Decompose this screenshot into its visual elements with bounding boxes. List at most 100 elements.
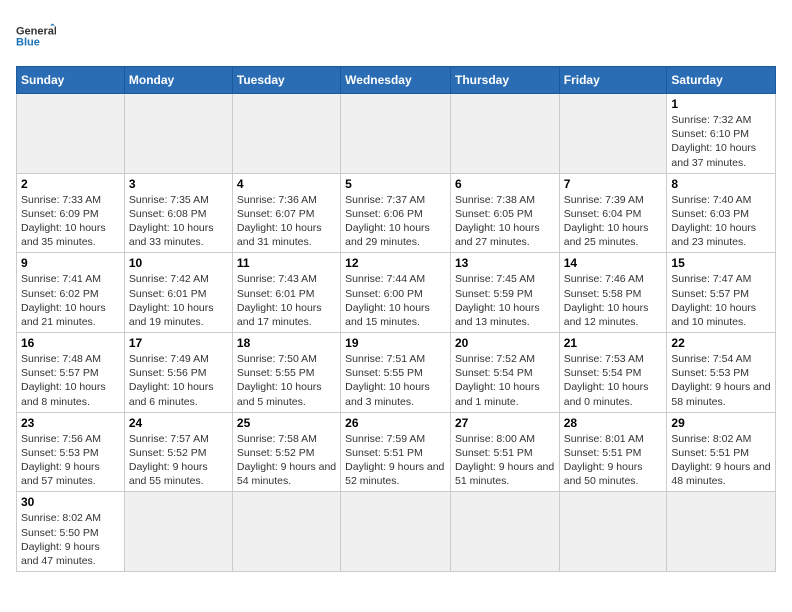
calendar-cell: 8 Sunrise: 7:40 AM Sunset: 6:03 PM Daylig… [667,173,776,253]
calendar-cell [232,492,340,572]
day-number: 20 [455,336,555,350]
day-info: Sunrise: 7:54 AM Sunset: 5:53 PM Dayligh… [671,352,771,409]
week-row-3: 9 Sunrise: 7:41 AM Sunset: 6:02 PM Daylig… [17,253,776,333]
day-info: Sunrise: 7:45 AM Sunset: 5:59 PM Dayligh… [455,272,555,329]
calendar-cell: 11Sunrise: 7:43 AM Sunset: 6:01 PM Dayli… [232,253,340,333]
day-number: 14 [564,256,663,270]
day-info: Sunrise: 7:53 AM Sunset: 5:54 PM Dayligh… [564,352,663,409]
day-number: 24 [129,416,228,430]
calendar-cell: 14 Sunrise: 7:46 AM Sunset: 5:58 PM Dayli… [559,253,667,333]
day-number: 18 [237,336,336,350]
day-info: Sunrise: 7:48 AM Sunset: 5:57 PM Dayligh… [21,352,120,409]
calendar-cell: 18Sunrise: 7:50 AM Sunset: 5:55 PM Dayli… [232,333,340,413]
calendar-cell [17,94,125,174]
day-info: Sunrise: 7:35 AM Sunset: 6:08 PM Dayligh… [129,193,228,250]
calendar-cell: 15 Sunrise: 7:47 AM Sunset: 5:57 PM Dayli… [667,253,776,333]
calendar-cell [667,492,776,572]
day-info: Sunrise: 8:01 AM Sunset: 5:51 PM Dayligh… [564,432,663,489]
day-number: 25 [237,416,336,430]
day-info: Sunrise: 7:42 AM Sunset: 6:01 PM Dayligh… [129,272,228,329]
day-info: Sunrise: 7:59 AM Sunset: 5:51 PM Dayligh… [345,432,446,489]
day-info: Sunrise: 7:44 AM Sunset: 6:00 PM Dayligh… [345,272,446,329]
calendar-cell: 27Sunrise: 8:00 AM Sunset: 5:51 PM Dayli… [450,412,559,492]
logo: General Blue [16,16,56,56]
weekday-header-tuesday: Tuesday [232,67,340,94]
calendar-cell: 28 Sunrise: 8:01 AM Sunset: 5:51 PM Dayli… [559,412,667,492]
calendar-cell: 24Sunrise: 7:57 AM Sunset: 5:52 PM Dayli… [124,412,232,492]
day-info: Sunrise: 7:40 AM Sunset: 6:03 PM Dayligh… [671,193,771,250]
day-number: 15 [671,256,771,270]
day-info: Sunrise: 7:38 AM Sunset: 6:05 PM Dayligh… [455,193,555,250]
day-number: 8 [671,177,771,191]
day-info: Sunrise: 7:56 AM Sunset: 5:53 PM Dayligh… [21,432,120,489]
weekday-header-monday: Monday [124,67,232,94]
calendar-cell [559,94,667,174]
day-number: 13 [455,256,555,270]
week-row-6: 30Sunrise: 8:02 AM Sunset: 5:50 PM Dayli… [17,492,776,572]
day-number: 23 [21,416,120,430]
day-info: Sunrise: 7:33 AM Sunset: 6:09 PM Dayligh… [21,193,120,250]
calendar-cell: 5Sunrise: 7:37 AM Sunset: 6:06 PM Daylig… [341,173,451,253]
day-number: 7 [564,177,663,191]
day-info: Sunrise: 7:52 AM Sunset: 5:54 PM Dayligh… [455,352,555,409]
week-row-4: 16 Sunrise: 7:48 AM Sunset: 5:57 PM Dayli… [17,333,776,413]
day-info: Sunrise: 7:43 AM Sunset: 6:01 PM Dayligh… [237,272,336,329]
day-number: 29 [671,416,771,430]
day-number: 9 [21,256,120,270]
day-info: Sunrise: 7:46 AM Sunset: 5:58 PM Dayligh… [564,272,663,329]
calendar-cell: 30Sunrise: 8:02 AM Sunset: 5:50 PM Dayli… [17,492,125,572]
calendar-cell: 6 Sunrise: 7:38 AM Sunset: 6:05 PM Daylig… [450,173,559,253]
weekday-header-thursday: Thursday [450,67,559,94]
weekday-header-wednesday: Wednesday [341,67,451,94]
day-number: 22 [671,336,771,350]
day-number: 19 [345,336,446,350]
calendar-cell [124,94,232,174]
day-info: Sunrise: 7:51 AM Sunset: 5:55 PM Dayligh… [345,352,446,409]
calendar-cell [341,94,451,174]
day-number: 26 [345,416,446,430]
calendar-table: SundayMondayTuesdayWednesdayThursdayFrid… [16,66,776,572]
day-info: Sunrise: 7:58 AM Sunset: 5:52 PM Dayligh… [237,432,336,489]
calendar-cell: 3 Sunrise: 7:35 AM Sunset: 6:08 PM Daylig… [124,173,232,253]
weekday-header-saturday: Saturday [667,67,776,94]
week-row-1: 1 Sunrise: 7:32 AM Sunset: 6:10 PM Daylig… [17,94,776,174]
day-info: Sunrise: 7:39 AM Sunset: 6:04 PM Dayligh… [564,193,663,250]
calendar-cell: 19 Sunrise: 7:51 AM Sunset: 5:55 PM Dayli… [341,333,451,413]
day-info: Sunrise: 8:02 AM Sunset: 5:50 PM Dayligh… [21,511,120,568]
day-info: Sunrise: 7:41 AM Sunset: 6:02 PM Dayligh… [21,272,120,329]
day-info: Sunrise: 7:36 AM Sunset: 6:07 PM Dayligh… [237,193,336,250]
day-number: 21 [564,336,663,350]
day-info: Sunrise: 7:49 AM Sunset: 5:56 PM Dayligh… [129,352,228,409]
calendar-cell [559,492,667,572]
calendar-cell [232,94,340,174]
calendar-cell: 20 Sunrise: 7:52 AM Sunset: 5:54 PM Dayli… [450,333,559,413]
day-number: 2 [21,177,120,191]
calendar-cell: 26 Sunrise: 7:59 AM Sunset: 5:51 PM Dayli… [341,412,451,492]
calendar-cell: 23 Sunrise: 7:56 AM Sunset: 5:53 PM Dayli… [17,412,125,492]
day-number: 6 [455,177,555,191]
calendar-cell: 17Sunrise: 7:49 AM Sunset: 5:56 PM Dayli… [124,333,232,413]
week-row-5: 23 Sunrise: 7:56 AM Sunset: 5:53 PM Dayli… [17,412,776,492]
day-number: 3 [129,177,228,191]
day-number: 28 [564,416,663,430]
day-number: 10 [129,256,228,270]
day-number: 1 [671,97,771,111]
calendar-cell [450,94,559,174]
calendar-cell: 29Sunrise: 8:02 AM Sunset: 5:51 PM Dayli… [667,412,776,492]
page-header: General Blue [16,16,776,56]
week-row-2: 2 Sunrise: 7:33 AM Sunset: 6:09 PM Daylig… [17,173,776,253]
weekday-header-sunday: Sunday [17,67,125,94]
day-info: Sunrise: 7:37 AM Sunset: 6:06 PM Dayligh… [345,193,446,250]
day-info: Sunrise: 7:32 AM Sunset: 6:10 PM Dayligh… [671,113,771,170]
calendar-cell: 16 Sunrise: 7:48 AM Sunset: 5:57 PM Dayli… [17,333,125,413]
calendar-cell: 2 Sunrise: 7:33 AM Sunset: 6:09 PM Daylig… [17,173,125,253]
day-info: Sunrise: 7:47 AM Sunset: 5:57 PM Dayligh… [671,272,771,329]
day-number: 12 [345,256,446,270]
calendar-cell: 4Sunrise: 7:36 AM Sunset: 6:07 PM Daylig… [232,173,340,253]
calendar-cell: 25 Sunrise: 7:58 AM Sunset: 5:52 PM Dayli… [232,412,340,492]
weekday-header-row: SundayMondayTuesdayWednesdayThursdayFrid… [17,67,776,94]
weekday-header-friday: Friday [559,67,667,94]
day-number: 27 [455,416,555,430]
day-number: 16 [21,336,120,350]
calendar-cell: 22 Sunrise: 7:54 AM Sunset: 5:53 PM Dayli… [667,333,776,413]
